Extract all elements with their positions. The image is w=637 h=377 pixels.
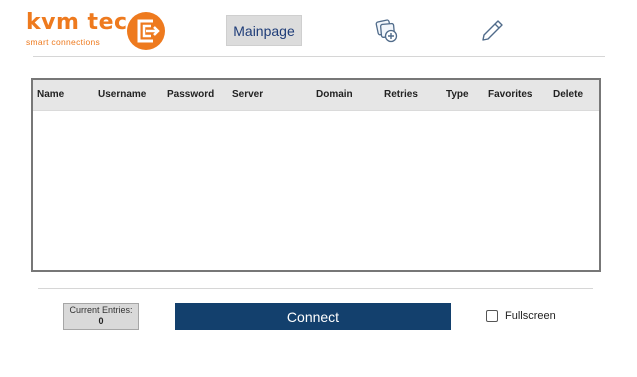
column-header-password: Password xyxy=(167,89,215,100)
logo-wordmark: kvm tec xyxy=(26,10,128,35)
column-header-favorites: Favorites xyxy=(488,89,533,100)
add-connection-icon[interactable] xyxy=(374,18,400,49)
top-divider xyxy=(33,56,605,57)
fullscreen-checkbox[interactable] xyxy=(486,310,498,322)
column-header-delete: Delete xyxy=(553,89,584,100)
connections-table: Name Username Password Server Domain Ret… xyxy=(31,78,601,272)
column-header-retries: Retries xyxy=(384,89,418,100)
column-header-server: Server xyxy=(232,89,264,100)
mainpage-button[interactable]: Mainpage xyxy=(226,15,302,46)
current-entries-box: Current Entries: 0 xyxy=(63,303,139,330)
column-header-name: Name xyxy=(37,89,65,100)
column-header-type: Type xyxy=(446,89,469,100)
table-header: Name Username Password Server Domain Ret… xyxy=(33,80,599,111)
fullscreen-label[interactable]: Fullscreen xyxy=(505,310,556,322)
bottom-divider xyxy=(38,288,593,289)
logo-tagline: smart connections xyxy=(26,37,101,47)
current-entries-count: 0 xyxy=(98,316,104,326)
connect-button[interactable]: Connect xyxy=(175,303,451,330)
pencil-edit-icon[interactable] xyxy=(479,18,505,49)
column-header-username: Username xyxy=(98,89,147,100)
column-header-domain: Domain xyxy=(316,89,353,100)
kvm-tec-logo: kvm tec smart connections xyxy=(26,10,171,52)
current-entries-label: Current Entries: xyxy=(69,305,133,315)
kvm-tec-logo-icon xyxy=(127,12,165,50)
